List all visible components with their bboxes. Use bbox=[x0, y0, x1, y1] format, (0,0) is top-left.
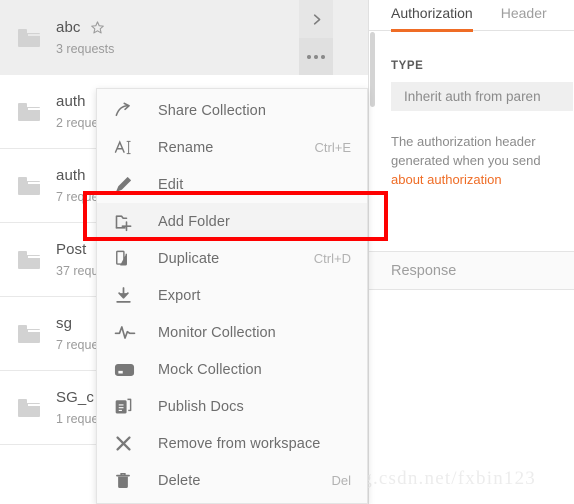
star-icon[interactable] bbox=[90, 20, 105, 35]
folder-icon bbox=[18, 250, 40, 269]
menu-item-label: Share Collection bbox=[158, 102, 266, 119]
open-collection-button[interactable] bbox=[299, 0, 333, 38]
folder-icon bbox=[18, 28, 40, 47]
menu-item-label: Monitor Collection bbox=[158, 324, 276, 341]
menu-item-label: Publish Docs bbox=[158, 398, 244, 415]
docs-icon bbox=[114, 397, 140, 416]
type-label: TYPE bbox=[391, 60, 424, 72]
menu-item-mock-collection[interactable]: Mock Collection bbox=[97, 351, 367, 388]
folder-icon bbox=[18, 102, 40, 121]
collection-name: Post bbox=[56, 241, 87, 258]
duplicate-icon bbox=[114, 249, 140, 268]
menu-item-label: Delete bbox=[158, 472, 201, 489]
menu-item-label: Duplicate bbox=[158, 250, 220, 267]
menu-item-delete[interactable]: Delete Del bbox=[97, 462, 367, 499]
collection-name: auth bbox=[56, 167, 86, 184]
menu-item-rename[interactable]: Rename Ctrl+E bbox=[97, 129, 367, 166]
menu-item-label: Remove from workspace bbox=[158, 435, 321, 452]
menu-item-publish-docs[interactable]: Publish Docs bbox=[97, 388, 367, 425]
about-authorization-link[interactable]: about authorization bbox=[391, 172, 502, 187]
download-icon bbox=[114, 286, 140, 305]
collection-name: abc bbox=[56, 19, 81, 36]
collection-name: auth bbox=[56, 93, 86, 110]
menu-item-edit[interactable]: Edit bbox=[97, 166, 367, 203]
sidebar-scrollbar[interactable] bbox=[370, 32, 375, 107]
request-tabbar: Authorization Header bbox=[369, 0, 574, 32]
folder-icon bbox=[18, 176, 40, 195]
menu-item-label: Add Folder bbox=[158, 213, 230, 230]
menu-item-remove-from-workspace[interactable]: Remove from workspace bbox=[97, 425, 367, 462]
response-section: Response bbox=[369, 252, 574, 290]
share-arrow-icon bbox=[114, 101, 140, 120]
menu-item-label: Rename bbox=[158, 139, 214, 156]
auth-type-value: Inherit auth from paren bbox=[404, 89, 541, 104]
response-label: Response bbox=[391, 262, 457, 279]
tab-authorization[interactable]: Authorization bbox=[391, 0, 473, 32]
collection-more-actions-button[interactable] bbox=[299, 38, 333, 75]
menu-item-label: Edit bbox=[158, 176, 184, 193]
tab-header[interactable]: Header bbox=[501, 0, 547, 29]
trash-icon bbox=[114, 471, 140, 490]
menu-item-shortcut: Ctrl+D bbox=[313, 251, 351, 266]
add-folder-icon bbox=[114, 212, 140, 232]
collection-name: SG_c bbox=[56, 389, 94, 406]
collection-context-menu: Share Collection Rename Ctrl+E Edit Add … bbox=[96, 88, 368, 504]
request-detail-panel: Authorization Header TYPE Inherit auth f… bbox=[369, 0, 574, 504]
folder-icon bbox=[18, 398, 40, 417]
collection-name: sg bbox=[56, 315, 73, 332]
close-x-icon bbox=[114, 434, 140, 453]
auth-description-line2: generated when you send bbox=[391, 153, 541, 168]
server-icon bbox=[114, 361, 140, 379]
rename-text-icon bbox=[114, 138, 140, 157]
auth-description: The authorization header generated when … bbox=[391, 132, 574, 189]
folder-icon bbox=[18, 324, 40, 343]
auth-type-select[interactable]: Inherit auth from paren bbox=[391, 82, 573, 111]
menu-item-shortcut: Ctrl+E bbox=[314, 140, 351, 155]
menu-item-monitor-collection[interactable]: Monitor Collection bbox=[97, 314, 367, 351]
pulse-icon bbox=[114, 323, 140, 342]
ellipsis-icon bbox=[307, 54, 311, 59]
menu-item-duplicate[interactable]: Duplicate Ctrl+D bbox=[97, 240, 367, 277]
menu-item-shortcut: Del bbox=[331, 473, 351, 488]
menu-item-share-collection[interactable]: Share Collection bbox=[97, 92, 367, 129]
menu-item-label: Mock Collection bbox=[158, 361, 262, 378]
auth-description-line1: The authorization header bbox=[391, 134, 536, 149]
pencil-icon bbox=[114, 175, 140, 194]
menu-item-add-folder[interactable]: Add Folder bbox=[97, 203, 367, 240]
menu-item-export[interactable]: Export bbox=[97, 277, 367, 314]
collection-row[interactable]: abc 3 requests bbox=[0, 0, 368, 75]
chevron-right-icon bbox=[313, 13, 320, 25]
menu-item-label: Export bbox=[158, 287, 201, 304]
